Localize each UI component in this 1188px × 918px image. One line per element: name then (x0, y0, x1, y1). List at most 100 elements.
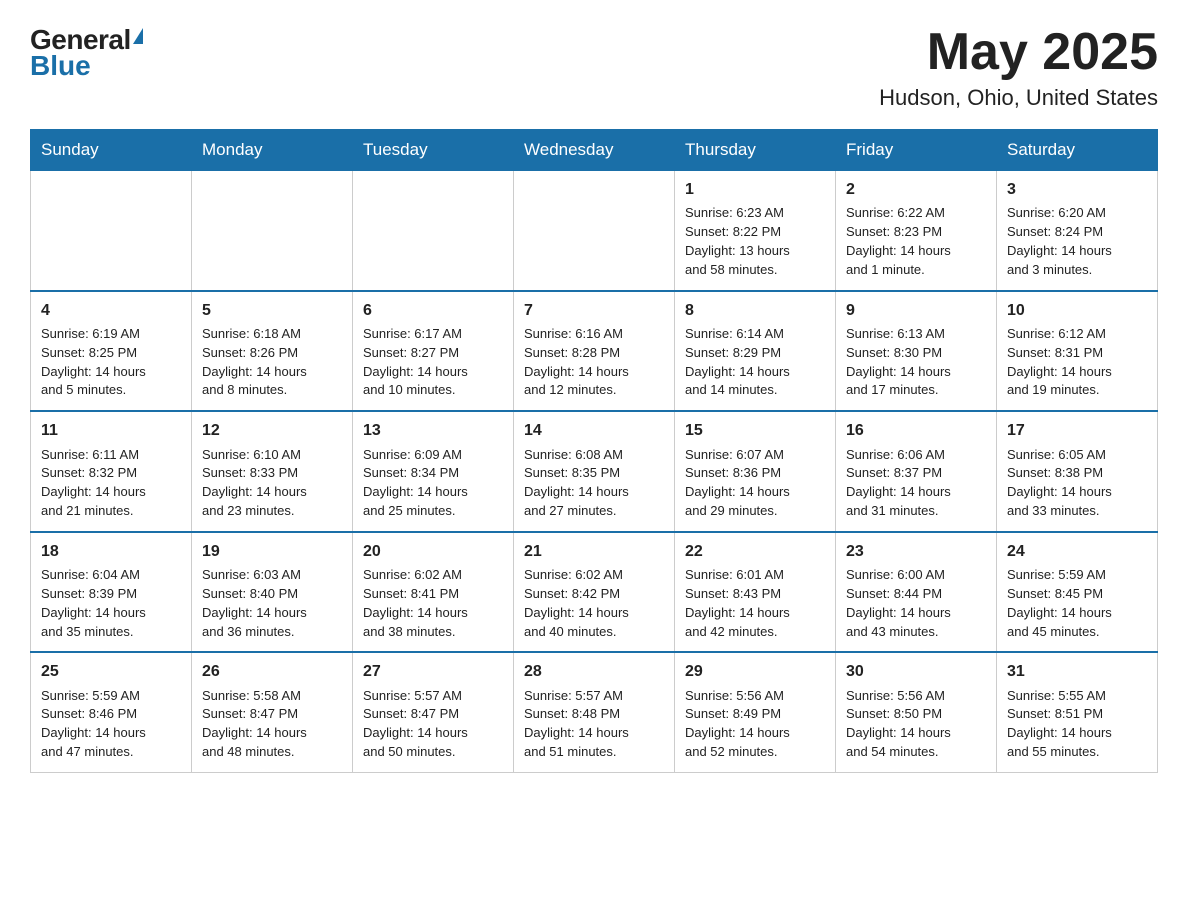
day-info-text: and 52 minutes. (685, 743, 825, 762)
day-info-text: Sunset: 8:43 PM (685, 585, 825, 604)
day-info-text: Daylight: 14 hours (1007, 724, 1147, 743)
day-info-text: Sunset: 8:50 PM (846, 705, 986, 724)
day-info-text: Daylight: 14 hours (202, 604, 342, 623)
day-info-text: Daylight: 14 hours (846, 483, 986, 502)
day-info-text: Daylight: 14 hours (1007, 483, 1147, 502)
day-number: 22 (685, 540, 825, 563)
day-info-text: and 33 minutes. (1007, 502, 1147, 521)
calendar-cell: 6Sunrise: 6:17 AMSunset: 8:27 PMDaylight… (353, 291, 514, 412)
day-number: 7 (524, 299, 664, 322)
day-info-text: Sunset: 8:41 PM (363, 585, 503, 604)
day-info-text: and 5 minutes. (41, 381, 181, 400)
calendar-cell: 12Sunrise: 6:10 AMSunset: 8:33 PMDayligh… (192, 411, 353, 532)
day-info-text: Sunrise: 6:12 AM (1007, 325, 1147, 344)
day-info-text: Daylight: 14 hours (846, 724, 986, 743)
calendar-cell: 31Sunrise: 5:55 AMSunset: 8:51 PMDayligh… (997, 652, 1158, 772)
calendar-cell: 8Sunrise: 6:14 AMSunset: 8:29 PMDaylight… (675, 291, 836, 412)
day-info-text: Daylight: 13 hours (685, 242, 825, 261)
day-info-text: Sunrise: 6:23 AM (685, 204, 825, 223)
day-info-text: Sunset: 8:47 PM (202, 705, 342, 724)
day-info-text: Daylight: 14 hours (41, 724, 181, 743)
day-info-text: Sunset: 8:31 PM (1007, 344, 1147, 363)
day-info-text: Daylight: 14 hours (524, 724, 664, 743)
day-info-text: Daylight: 14 hours (363, 483, 503, 502)
day-number: 1 (685, 178, 825, 201)
day-number: 20 (363, 540, 503, 563)
day-info-text: and 38 minutes. (363, 623, 503, 642)
weekday-header-row: SundayMondayTuesdayWednesdayThursdayFrid… (31, 130, 1158, 171)
day-info-text: and 1 minute. (846, 261, 986, 280)
day-info-text: Sunrise: 5:55 AM (1007, 687, 1147, 706)
day-info-text: Daylight: 14 hours (363, 363, 503, 382)
logo: General Blue (30, 24, 143, 82)
calendar-cell: 10Sunrise: 6:12 AMSunset: 8:31 PMDayligh… (997, 291, 1158, 412)
day-number: 5 (202, 299, 342, 322)
day-info-text: Sunrise: 6:18 AM (202, 325, 342, 344)
day-info-text: Sunrise: 5:57 AM (524, 687, 664, 706)
day-info-text: and 54 minutes. (846, 743, 986, 762)
day-info-text: Sunrise: 6:00 AM (846, 566, 986, 585)
day-info-text: Sunset: 8:25 PM (41, 344, 181, 363)
logo-triangle-icon (133, 28, 143, 44)
day-info-text: and 31 minutes. (846, 502, 986, 521)
day-info-text: Sunset: 8:46 PM (41, 705, 181, 724)
day-info-text: and 8 minutes. (202, 381, 342, 400)
day-info-text: Sunset: 8:34 PM (363, 464, 503, 483)
calendar-cell: 15Sunrise: 6:07 AMSunset: 8:36 PMDayligh… (675, 411, 836, 532)
day-info-text: Sunset: 8:48 PM (524, 705, 664, 724)
weekday-header-friday: Friday (836, 130, 997, 171)
day-info-text: Sunrise: 6:02 AM (363, 566, 503, 585)
day-info-text: Daylight: 14 hours (846, 242, 986, 261)
day-info-text: Daylight: 14 hours (685, 363, 825, 382)
day-info-text: and 14 minutes. (685, 381, 825, 400)
day-info-text: and 42 minutes. (685, 623, 825, 642)
day-info-text: Sunset: 8:26 PM (202, 344, 342, 363)
day-info-text: Daylight: 14 hours (363, 724, 503, 743)
day-number: 4 (41, 299, 181, 322)
calendar-cell: 20Sunrise: 6:02 AMSunset: 8:41 PMDayligh… (353, 532, 514, 653)
day-info-text: Sunset: 8:42 PM (524, 585, 664, 604)
calendar-cell: 27Sunrise: 5:57 AMSunset: 8:47 PMDayligh… (353, 652, 514, 772)
day-info-text: Sunrise: 6:09 AM (363, 446, 503, 465)
calendar-cell (514, 171, 675, 291)
calendar-cell: 18Sunrise: 6:04 AMSunset: 8:39 PMDayligh… (31, 532, 192, 653)
day-number: 29 (685, 660, 825, 683)
day-info-text: Sunset: 8:32 PM (41, 464, 181, 483)
day-info-text: Sunrise: 6:06 AM (846, 446, 986, 465)
day-info-text: and 50 minutes. (363, 743, 503, 762)
month-title: May 2025 (879, 24, 1158, 81)
calendar-cell: 1Sunrise: 6:23 AMSunset: 8:22 PMDaylight… (675, 171, 836, 291)
day-info-text: Sunrise: 6:20 AM (1007, 204, 1147, 223)
day-number: 25 (41, 660, 181, 683)
day-info-text: Sunrise: 6:13 AM (846, 325, 986, 344)
day-info-text: Daylight: 14 hours (685, 724, 825, 743)
day-info-text: Sunset: 8:24 PM (1007, 223, 1147, 242)
day-info-text: Daylight: 14 hours (524, 363, 664, 382)
calendar-cell: 23Sunrise: 6:00 AMSunset: 8:44 PMDayligh… (836, 532, 997, 653)
logo-blue-text: Blue (30, 50, 91, 82)
calendar-cell: 25Sunrise: 5:59 AMSunset: 8:46 PMDayligh… (31, 652, 192, 772)
calendar-cell (353, 171, 514, 291)
calendar-cell: 26Sunrise: 5:58 AMSunset: 8:47 PMDayligh… (192, 652, 353, 772)
day-info-text: Sunset: 8:37 PM (846, 464, 986, 483)
day-number: 2 (846, 178, 986, 201)
day-info-text: Sunset: 8:35 PM (524, 464, 664, 483)
day-info-text: Daylight: 14 hours (1007, 604, 1147, 623)
calendar-cell: 14Sunrise: 6:08 AMSunset: 8:35 PMDayligh… (514, 411, 675, 532)
day-info-text: Sunset: 8:23 PM (846, 223, 986, 242)
day-info-text: and 51 minutes. (524, 743, 664, 762)
day-info-text: and 29 minutes. (685, 502, 825, 521)
day-info-text: Daylight: 14 hours (846, 604, 986, 623)
day-info-text: Sunset: 8:33 PM (202, 464, 342, 483)
day-info-text: Sunset: 8:49 PM (685, 705, 825, 724)
day-info-text: Daylight: 14 hours (1007, 242, 1147, 261)
calendar-cell: 4Sunrise: 6:19 AMSunset: 8:25 PMDaylight… (31, 291, 192, 412)
week-row-2: 4Sunrise: 6:19 AMSunset: 8:25 PMDaylight… (31, 291, 1158, 412)
day-info-text: Sunrise: 6:11 AM (41, 446, 181, 465)
day-info-text: Daylight: 14 hours (202, 363, 342, 382)
page: General Blue May 2025 Hudson, Ohio, Unit… (0, 0, 1188, 803)
day-number: 6 (363, 299, 503, 322)
day-number: 26 (202, 660, 342, 683)
day-number: 17 (1007, 419, 1147, 442)
day-info-text: and 43 minutes. (846, 623, 986, 642)
